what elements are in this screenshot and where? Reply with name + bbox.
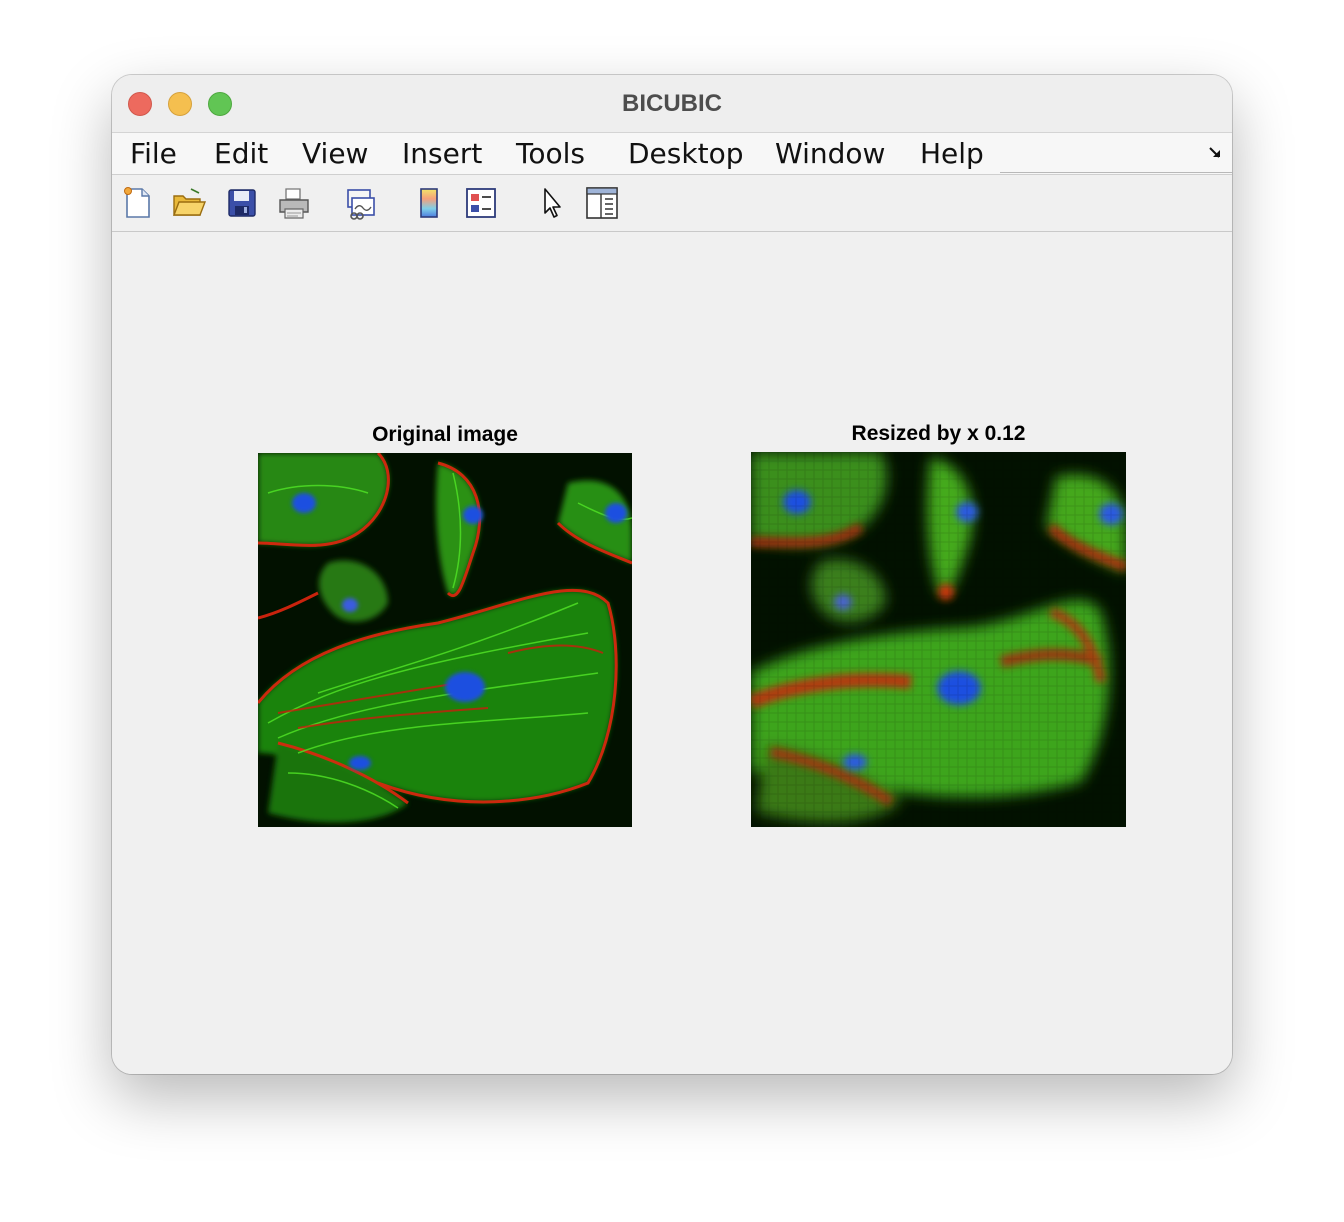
figure-canvas: Original image Resized by x 0.12 xyxy=(112,232,1232,1074)
link-plot-icon[interactable] xyxy=(343,185,379,221)
figure-window: BICUBIC File Edit View Insert Tools Desk… xyxy=(112,75,1232,1074)
menu-tools[interactable]: Tools xyxy=(516,133,585,174)
print-icon[interactable] xyxy=(276,185,312,221)
menu-window[interactable]: Window xyxy=(775,133,885,174)
window-title: BICUBIC xyxy=(622,90,722,117)
menu-desktop[interactable]: Desktop xyxy=(628,133,743,174)
menu-bar-spacer xyxy=(1000,133,1232,173)
open-file-icon[interactable] xyxy=(171,185,207,221)
property-editor-icon[interactable] xyxy=(584,185,620,221)
menu-bar: File Edit View Insert Tools Desktop Wind… xyxy=(112,133,1232,175)
dock-arrow-icon[interactable] xyxy=(1208,145,1224,161)
save-icon[interactable] xyxy=(224,185,260,221)
right-axes-title: Resized by x 0.12 xyxy=(851,422,1026,445)
menu-help[interactable]: Help xyxy=(920,133,984,174)
menu-edit[interactable]: Edit xyxy=(214,133,268,174)
left-axes-title: Original image xyxy=(372,423,518,446)
menu-file[interactable]: File xyxy=(130,133,177,174)
menu-view[interactable]: View xyxy=(302,133,368,174)
original-image xyxy=(258,453,632,827)
edit-plot-pointer-icon[interactable] xyxy=(534,185,570,221)
new-figure-icon[interactable] xyxy=(120,185,156,221)
title-bar: BICUBIC xyxy=(112,75,1232,133)
colorbar-icon[interactable] xyxy=(412,185,448,221)
resized-image xyxy=(751,452,1126,827)
menu-insert[interactable]: Insert xyxy=(402,133,482,174)
legend-icon[interactable] xyxy=(463,185,499,221)
figure-toolbar xyxy=(112,175,1232,232)
